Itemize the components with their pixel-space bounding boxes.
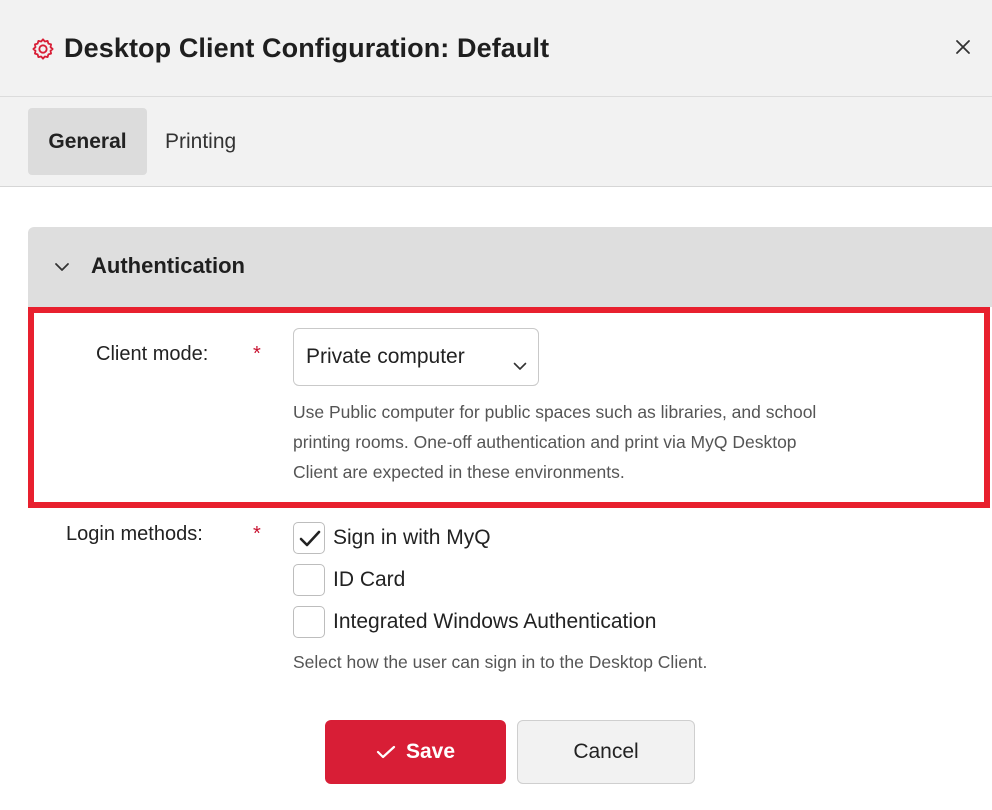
gear-icon [32,38,54,60]
chevron-down-icon [513,353,527,370]
client-mode-select[interactable]: Private computer [293,328,539,386]
help-line: printing rooms. One-off authentication a… [293,432,797,452]
save-label: Save [405,740,456,763]
dialog-title: Desktop Client Configuration: Default [64,33,550,63]
tab-printing[interactable]: Printing [165,108,236,175]
required-marker: * [253,343,261,365]
login-methods-label: Login methods: [66,523,203,545]
dialog-header: Desktop Client Configuration: Default [0,0,992,97]
checkbox-label: Sign in with MyQ [333,526,491,549]
section-title: Authentication [91,253,245,278]
help-line: Use Public computer for public spaces su… [293,402,817,422]
close-icon[interactable] [953,37,973,57]
login-methods-help: Select how the user can sign in to the D… [293,652,708,672]
checkbox-checked[interactable] [293,522,325,554]
check-icon [376,745,396,759]
cancel-button[interactable]: Cancel [517,720,695,784]
help-line: Client are expected in these environment… [293,462,625,482]
chevron-down-icon [54,260,70,272]
login-option-id-card[interactable]: ID Card [293,563,405,597]
login-option-integrated-windows-auth[interactable]: Integrated Windows Authentication [293,605,656,639]
tab-general[interactable]: General [28,108,147,175]
save-button[interactable]: Save [325,720,506,784]
checkbox-label: Integrated Windows Authentication [333,610,657,633]
cancel-label: Cancel [573,740,639,763]
login-option-sign-in-myq[interactable]: Sign in with MyQ [293,521,491,555]
checkbox-unchecked[interactable] [293,564,325,596]
client-mode-value: Private computer [306,345,465,368]
checkbox-unchecked[interactable] [293,606,325,638]
checkbox-label: ID Card [333,568,406,591]
client-mode-label: Client mode: [96,343,209,365]
client-mode-help: Use Public computer for public spaces su… [293,397,983,487]
authentication-section-header[interactable]: Authentication [28,227,992,307]
required-marker: * [253,523,261,545]
tab-bar: General Printing [0,97,992,187]
